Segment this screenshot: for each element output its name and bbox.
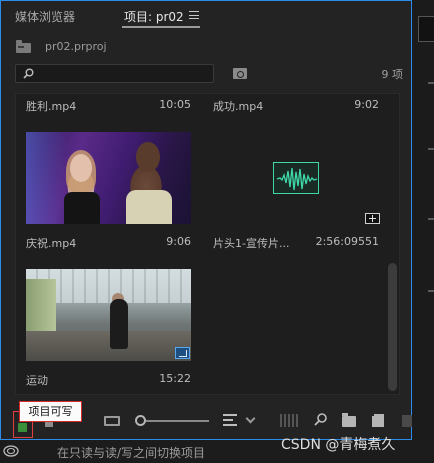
- creative-cloud-icon: [3, 445, 19, 457]
- clip-name[interactable]: 庆祝.mp4: [26, 235, 76, 251]
- panel-tabs: 媒体浏览器 项目: pr02: [1, 1, 411, 31]
- tooltip: 项目可写: [19, 401, 82, 422]
- clip-duration: 9:02: [354, 98, 379, 111]
- lock-icon: [18, 423, 27, 432]
- clip-thumbnail-sport[interactable]: [26, 269, 191, 361]
- zoom-slider-track[interactable]: [143, 420, 209, 422]
- audio-clip-badge-icon: [365, 213, 380, 224]
- clip-name[interactable]: 运动: [26, 372, 48, 388]
- new-item-icon[interactable]: [369, 411, 384, 427]
- clip-name[interactable]: 片头1-宣传片...: [213, 235, 289, 251]
- trash-icon[interactable]: [402, 415, 412, 427]
- find-icon[interactable]: [314, 412, 328, 426]
- clip-name[interactable]: 胜利.mp4: [26, 98, 76, 114]
- clip-duration: 2:56:09551: [315, 235, 379, 248]
- new-search-bin-icon[interactable]: [233, 68, 247, 79]
- item-count: 9 项: [381, 68, 404, 81]
- clip-thumbnail-celebrate[interactable]: [26, 132, 191, 224]
- watermark: CSDN @青梅煮久: [281, 437, 396, 453]
- active-tab-indicator: [122, 26, 200, 28]
- clip-name[interactable]: 成功.mp4: [213, 98, 263, 114]
- clip-duration: 10:05: [159, 98, 191, 111]
- clip-duration: 15:22: [159, 372, 191, 385]
- video-clip-badge-icon: [175, 347, 190, 359]
- automate-to-sequence-icon[interactable]: [280, 414, 298, 427]
- project-panel: 媒体浏览器 项目: pr02 pr02.prproj 9 项 胜利.mp4 10…: [0, 0, 412, 440]
- adjacent-panel-edge: [412, 0, 434, 440]
- project-folder-icon: [16, 40, 31, 53]
- new-bin-icon[interactable]: [342, 413, 356, 427]
- tab-media-browser[interactable]: 媒体浏览器: [15, 8, 75, 25]
- status-text: 在只读与读/写之间切换项目: [57, 446, 206, 460]
- tab-project[interactable]: 项目: pr02: [124, 8, 184, 25]
- clip-thumbnail-audio[interactable]: [212, 132, 378, 224]
- sort-icon[interactable]: [223, 414, 237, 426]
- project-file-name: pr02.prproj: [45, 40, 107, 53]
- search-input[interactable]: [15, 64, 214, 83]
- search-icon: [23, 68, 34, 79]
- clip-duration: 9:06: [166, 235, 191, 248]
- freeform-view-icon[interactable]: [104, 416, 120, 426]
- zoom-slider-handle[interactable]: [135, 415, 146, 426]
- panel-menu-icon[interactable]: [189, 11, 199, 19]
- audio-waveform-icon: [273, 162, 319, 194]
- grid-scrollbar[interactable]: [388, 263, 397, 391]
